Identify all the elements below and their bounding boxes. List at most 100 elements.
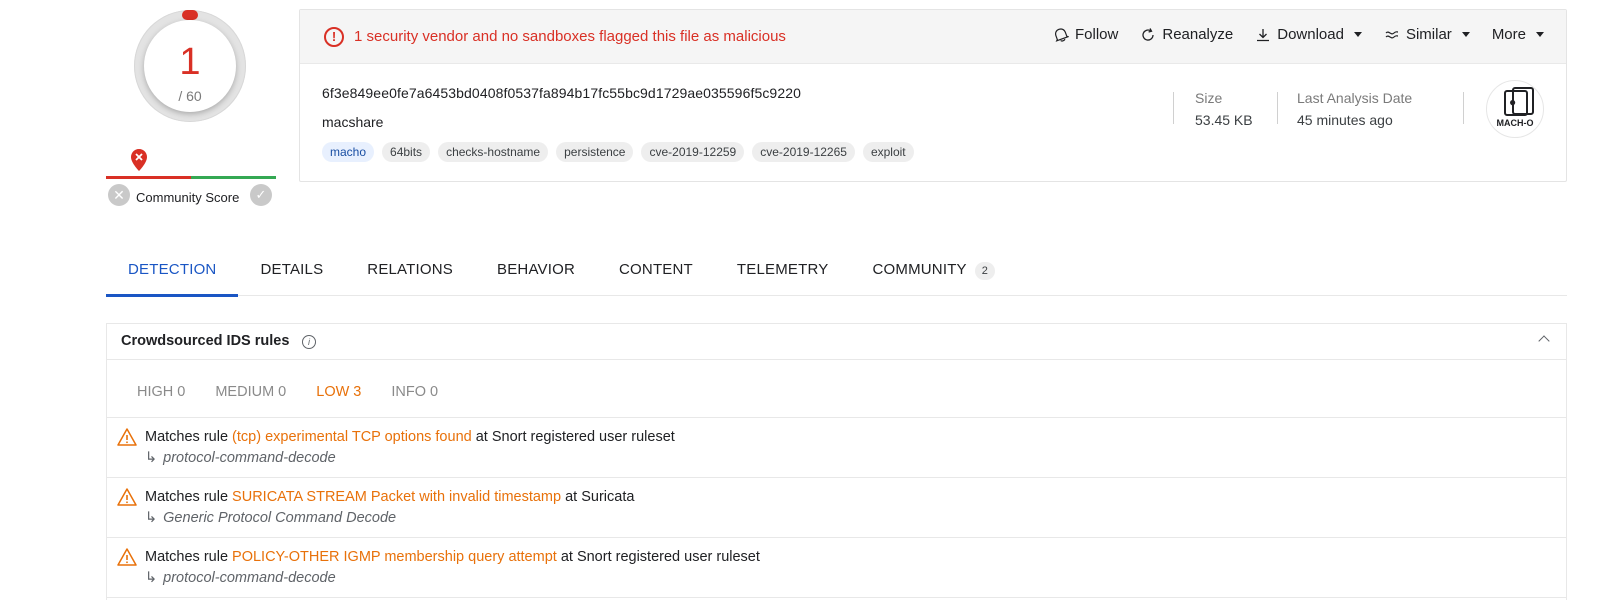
tab-community-label: COMMUNITY xyxy=(872,261,967,278)
warning-icon xyxy=(117,548,137,566)
severity-low[interactable]: LOW 3 xyxy=(316,384,361,400)
action-bar: Follow Reanalyze Download Similar More xyxy=(1053,26,1544,43)
rule-source: at Snort registered user ruleset xyxy=(471,429,675,445)
detection-score: 1 / 60 ✕ Community Score ✓ xyxy=(106,8,276,218)
bell-icon xyxy=(1054,27,1069,42)
download-button[interactable]: Download xyxy=(1255,26,1362,43)
rule-category-text: Generic Protocol Command Decode xyxy=(163,510,397,526)
tab-community[interactable]: COMMUNITY 2 xyxy=(850,250,1017,296)
community-score-bar xyxy=(106,176,276,179)
file-hash[interactable]: 6f3e849ee0fe7a6453bd0408f0537fa894b17fc5… xyxy=(322,85,801,101)
rule-source: at Snort registered user ruleset xyxy=(556,549,760,565)
tab-behavior[interactable]: BEHAVIOR xyxy=(475,250,597,296)
tag[interactable]: cve-2019-12259 xyxy=(641,142,745,162)
rule-category: ↳ protocol-command-decode xyxy=(145,450,336,466)
subdirectory-arrow-icon: ↳ xyxy=(145,510,158,526)
reanalyze-label: Reanalyze xyxy=(1162,26,1234,43)
tag[interactable]: macho xyxy=(322,142,375,162)
ids-rule-row: Matches rule (tcp) experimental TCP opti… xyxy=(107,418,1566,478)
rule-link[interactable]: POLICY-OTHER IGMP membership query attem… xyxy=(232,549,557,565)
rule-source: at Suricata xyxy=(561,489,635,505)
rule-prefix: Matches rule xyxy=(145,489,233,505)
divider xyxy=(1173,92,1174,124)
severity-medium[interactable]: MEDIUM 0 xyxy=(215,384,286,400)
last-analysis-value: 45 minutes ago xyxy=(1297,112,1393,128)
chevron-down-icon xyxy=(1536,32,1544,37)
tab-relations[interactable]: RELATIONS xyxy=(345,250,475,296)
rule-prefix: Matches rule xyxy=(145,549,233,565)
reanalyze-button[interactable]: Reanalyze xyxy=(1140,26,1233,43)
file-type-label: MACH-O xyxy=(1496,118,1534,128)
download-icon xyxy=(1257,28,1270,41)
score-gauge: 1 / 60 xyxy=(134,10,246,122)
gauge-marker xyxy=(182,10,198,20)
follow-button[interactable]: Follow xyxy=(1053,26,1118,43)
refresh-icon xyxy=(1142,27,1155,41)
divider xyxy=(1463,92,1464,124)
rule-category: ↳ Generic Protocol Command Decode xyxy=(145,510,396,526)
file-name: macshare xyxy=(322,114,384,130)
community-pin-icon xyxy=(131,149,147,171)
rule-category-text: protocol-command-decode xyxy=(163,450,336,466)
ids-rule-row: Matches rule POLICY-OTHER IGMP membershi… xyxy=(107,538,1566,598)
ids-body: HIGH 0 MEDIUM 0 LOW 3 INFO 0 Matches rul… xyxy=(107,366,1566,598)
tag[interactable]: cve-2019-12265 xyxy=(752,142,855,162)
warning-icon xyxy=(117,488,137,506)
apple-icon: ● xyxy=(1509,95,1517,109)
gauge-center: 1 / 60 xyxy=(144,20,236,112)
tab-detection[interactable]: DETECTION xyxy=(106,250,239,297)
ids-rule-row: Matches rule SURICATA STREAM Packet with… xyxy=(107,478,1566,538)
divider xyxy=(1277,92,1278,124)
more-button[interactable]: More xyxy=(1492,26,1544,43)
severity-high[interactable]: HIGH 0 xyxy=(137,384,185,400)
chevron-up-icon[interactable] xyxy=(1538,335,1550,347)
similar-label: Similar xyxy=(1405,26,1452,43)
engine-total: / 60 xyxy=(178,88,202,104)
tag-list: macho 64bits checks-hostname persistence… xyxy=(322,142,914,162)
ids-title: Crowdsourced IDS rules xyxy=(121,333,290,349)
download-label: Download xyxy=(1277,26,1344,43)
tab-content[interactable]: CONTENT xyxy=(597,250,715,296)
info-icon[interactable]: i xyxy=(302,335,316,349)
vote-harmful-icon[interactable]: ✕ xyxy=(108,184,130,206)
rule-text: Matches rule (tcp) experimental TCP opti… xyxy=(145,429,675,445)
tag[interactable]: 64bits xyxy=(382,142,431,162)
report-tabs: DETECTION DETAILS RELATIONS BEHAVIOR CON… xyxy=(106,250,1567,297)
rule-text: Matches rule SURICATA STREAM Packet with… xyxy=(145,489,634,505)
tag[interactable]: checks-hostname xyxy=(438,142,549,162)
tag[interactable]: persistence xyxy=(556,142,634,162)
similar-icon xyxy=(1385,30,1399,38)
vote-harmless-icon[interactable]: ✓ xyxy=(250,184,272,206)
follow-label: Follow xyxy=(1075,26,1119,43)
community-score-label: Community Score xyxy=(136,190,240,205)
tab-telemetry[interactable]: TELEMETRY xyxy=(715,250,851,296)
size-value: 53.45 KB xyxy=(1195,112,1253,128)
rule-prefix: Matches rule xyxy=(145,429,233,445)
rule-category: ↳ protocol-command-decode xyxy=(145,570,336,586)
tag[interactable]: exploit xyxy=(862,142,914,162)
tab-details[interactable]: DETAILS xyxy=(238,250,345,296)
file-type-badge: ● MACH-O xyxy=(1486,80,1544,138)
ids-section-header[interactable]: Crowdsourced IDS rules i xyxy=(107,324,1566,360)
warning-icon xyxy=(117,428,137,446)
rule-text: Matches rule POLICY-OTHER IGMP membershi… xyxy=(145,549,760,565)
detection-count: 1 xyxy=(179,41,201,83)
rule-link[interactable]: (tcp) experimental TCP options found xyxy=(232,429,472,445)
more-label: More xyxy=(1491,26,1526,43)
chevron-down-icon xyxy=(1353,32,1362,37)
severity-filter: HIGH 0 MEDIUM 0 LOW 3 INFO 0 xyxy=(107,366,1566,418)
severity-info[interactable]: INFO 0 xyxy=(391,384,438,400)
similar-button[interactable]: Similar xyxy=(1384,26,1470,43)
last-analysis-label: Last Analysis Date xyxy=(1297,90,1413,106)
ids-rules-section: Crowdsourced IDS rules i HIGH 0 MEDIUM 0… xyxy=(106,323,1567,600)
alert-text: 1 security vendor and no sandboxes flagg… xyxy=(354,28,786,45)
file-summary-card: ! 1 security vendor and no sandboxes fla… xyxy=(299,9,1567,182)
chevron-down-icon xyxy=(1461,32,1470,37)
alert-banner: ! 1 security vendor and no sandboxes fla… xyxy=(300,10,1566,64)
community-count-badge: 2 xyxy=(974,262,996,280)
subdirectory-arrow-icon: ↳ xyxy=(145,570,158,586)
size-label: Size xyxy=(1195,90,1223,106)
alert-icon: ! xyxy=(324,27,344,47)
rule-link[interactable]: SURICATA STREAM Packet with invalid time… xyxy=(232,489,561,505)
rule-category-text: protocol-command-decode xyxy=(163,570,336,586)
